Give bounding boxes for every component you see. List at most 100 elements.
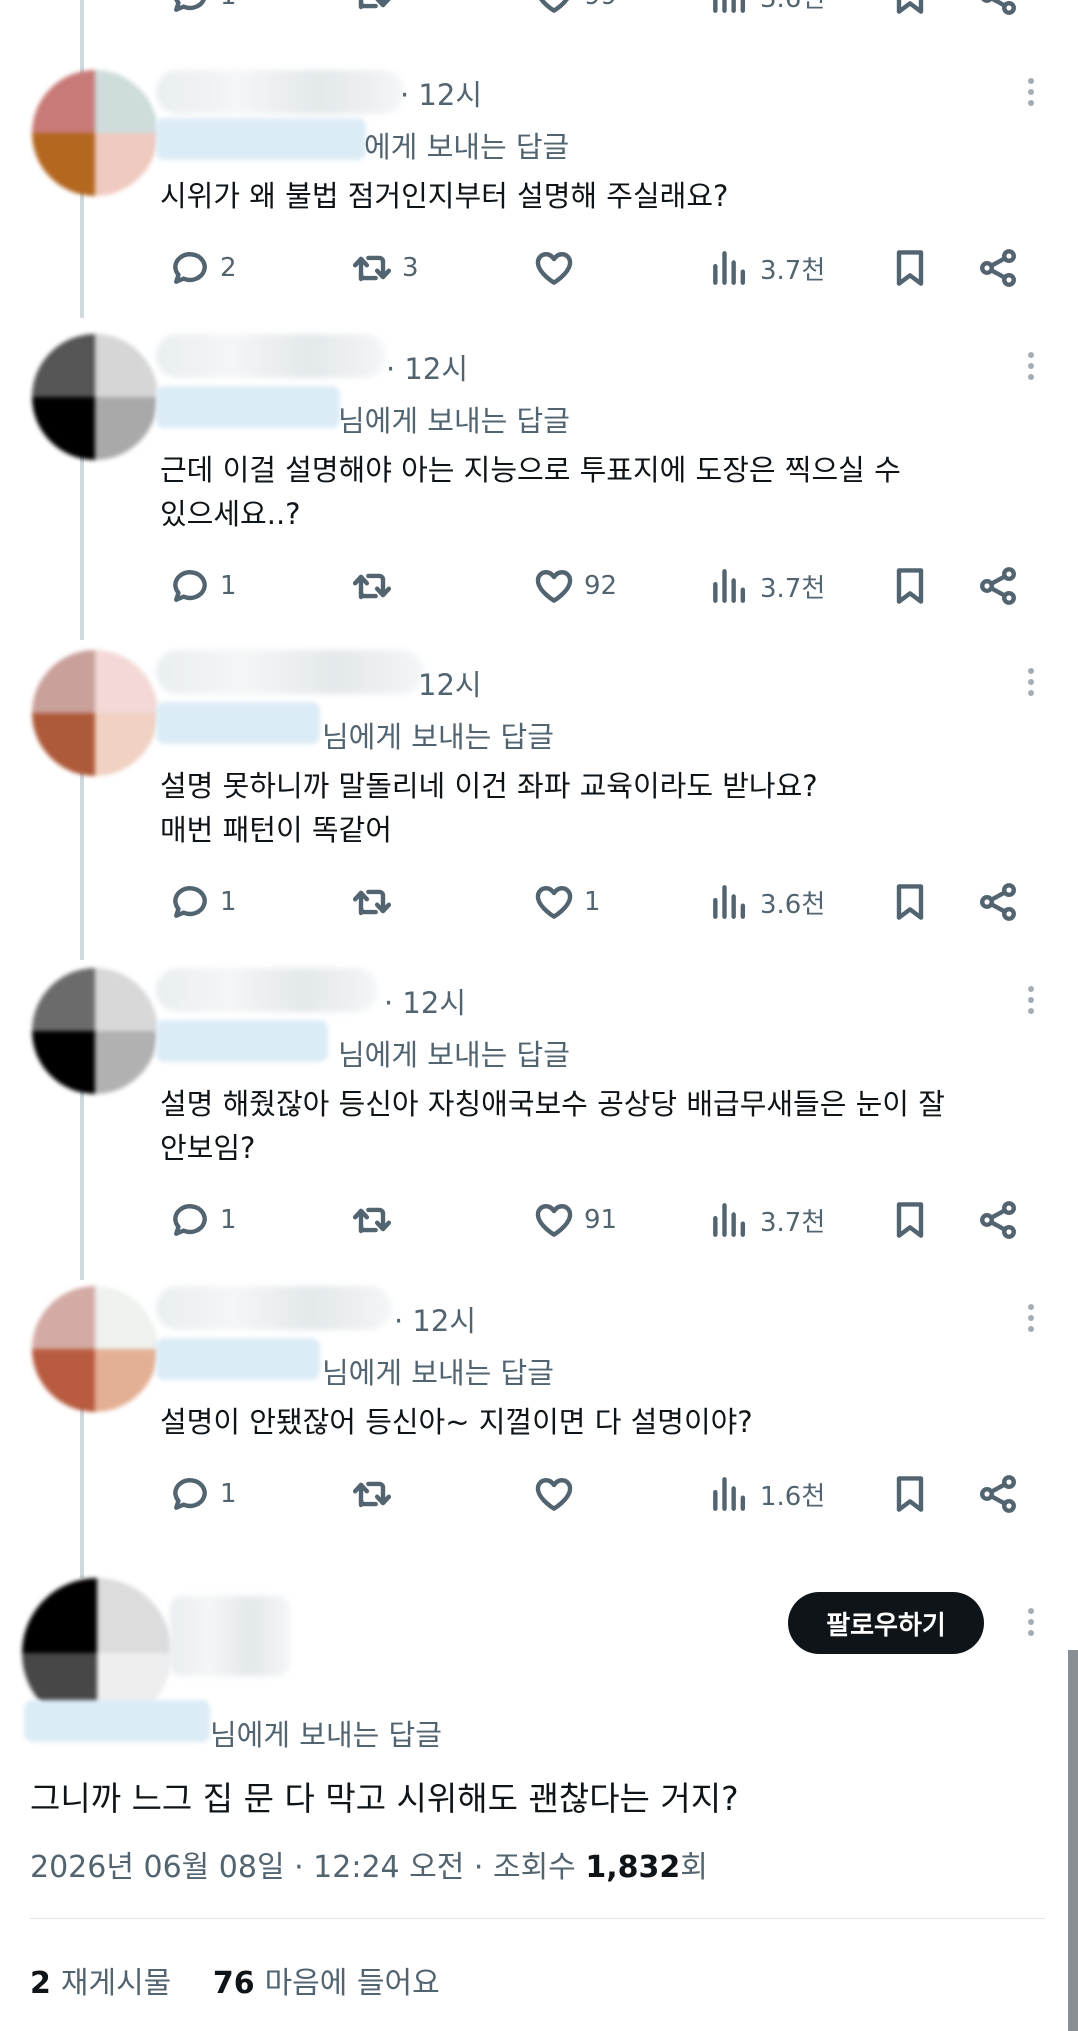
bookmark-button[interactable] <box>888 564 932 608</box>
bookmark-button[interactable] <box>888 1472 932 1516</box>
share-button[interactable] <box>976 246 1020 290</box>
bookmark-button[interactable] <box>888 246 932 290</box>
user-name[interactable] <box>156 1286 392 1330</box>
previous-reply-actions: 1 99 3.6천 <box>0 0 1078 18</box>
comment-icon <box>168 0 212 18</box>
like-button[interactable]: 99 <box>532 0 617 18</box>
user-name[interactable] <box>156 70 404 114</box>
reply-to-handle[interactable] <box>156 118 366 160</box>
scrollbar[interactable] <box>1068 1650 1078 2031</box>
share-button[interactable] <box>976 0 1020 18</box>
comment-button[interactable]: 2 <box>168 246 237 290</box>
repost-icon <box>350 564 394 608</box>
repost-button[interactable] <box>350 1472 402 1516</box>
views-icon <box>708 880 752 924</box>
comment-icon <box>168 880 212 924</box>
share-icon <box>976 0 1020 18</box>
avatar[interactable] <box>32 650 158 776</box>
timestamp[interactable]: · 12시 <box>384 980 466 1022</box>
more-icon[interactable] <box>1028 78 1036 106</box>
repost-button[interactable]: 3 <box>350 246 419 290</box>
bookmark-button[interactable] <box>888 1198 932 1242</box>
heart-icon <box>532 1198 576 1242</box>
comment-button[interactable]: 1 <box>168 564 237 608</box>
post-stats: 2 재게시물 76 마음에 들어요 <box>30 1958 440 2002</box>
main-reply-to-handle[interactable] <box>24 1700 210 1742</box>
avatar[interactable] <box>32 70 158 196</box>
repost-button[interactable] <box>350 880 402 924</box>
repost-button[interactable] <box>350 564 402 608</box>
view-count: 1,832 <box>585 1850 681 1885</box>
reply-text: 시위가 왜 불법 점거인지부터 설명해 주실래요? <box>160 179 729 213</box>
reply-to-label: 님에게 보내는 답글 <box>338 1038 570 1072</box>
repost-icon <box>350 1198 394 1242</box>
share-icon <box>976 564 1020 608</box>
follow-button[interactable]: 팔로우하기 <box>788 1592 984 1654</box>
repost-button[interactable] <box>350 1198 402 1242</box>
share-button[interactable] <box>976 564 1020 608</box>
more-icon[interactable] <box>1028 668 1036 696</box>
timestamp[interactable]: · 12시 <box>386 346 468 388</box>
avatar[interactable] <box>32 1286 158 1412</box>
like-button[interactable]: 92 <box>532 564 617 608</box>
comment-button[interactable]: 1 <box>168 880 237 924</box>
reply-to-handle[interactable] <box>156 1338 320 1380</box>
reply-to-label: 님에게 보내는 답글 <box>322 720 554 754</box>
more-icon[interactable] <box>1028 1304 1036 1332</box>
view-unit: 회 <box>680 1850 708 1885</box>
like-button[interactable] <box>532 246 584 290</box>
share-button[interactable] <box>976 1198 1020 1242</box>
bookmark-button[interactable] <box>888 0 932 18</box>
comment-button[interactable]: 1 <box>168 1198 237 1242</box>
post-meta: 2026년 06월 08일 · 12:24 오전 · 조회수 1,832회 <box>30 1842 708 1886</box>
reply-to-label: 님에게 보내는 답글 <box>338 404 570 438</box>
user-name[interactable] <box>156 650 424 694</box>
bookmark-icon <box>888 246 932 290</box>
timestamp[interactable]: 12시 <box>418 662 482 704</box>
share-icon <box>976 246 1020 290</box>
timestamp[interactable]: · 12시 <box>400 72 482 114</box>
heart-icon <box>532 1472 576 1516</box>
more-icon[interactable] <box>1028 1608 1036 1636</box>
thread-line <box>80 1090 84 1280</box>
heart-icon <box>532 880 576 924</box>
likes-stat[interactable]: 76 마음에 들어요 <box>213 1966 440 2001</box>
bookmark-button[interactable] <box>888 880 932 924</box>
comment-button[interactable]: 1 <box>168 0 237 18</box>
comment-button[interactable]: 1 <box>168 1472 237 1516</box>
reply-to-label: 님에게 보내는 답글 <box>322 1356 554 1390</box>
views-button[interactable]: 3.7천 <box>708 564 825 608</box>
like-button[interactable]: 91 <box>532 1198 617 1242</box>
share-button[interactable] <box>976 880 1020 924</box>
avatar[interactable] <box>32 334 158 460</box>
views-button[interactable]: 1.6천 <box>708 1472 825 1516</box>
reply-to-handle[interactable] <box>156 386 340 428</box>
views-icon <box>708 246 752 290</box>
user-name[interactable] <box>156 334 386 378</box>
views-button[interactable]: 3.6천 <box>708 880 825 924</box>
share-button[interactable] <box>976 1472 1020 1516</box>
views-button[interactable]: 3.7천 <box>708 246 825 290</box>
views-icon <box>708 0 752 18</box>
like-button[interactable]: 1 <box>532 880 601 924</box>
more-icon[interactable] <box>1028 986 1036 1014</box>
repost-icon <box>350 0 394 18</box>
action-bar: 1 1 3.6천 <box>0 880 1078 926</box>
repost-button[interactable] <box>350 0 394 18</box>
heart-icon <box>532 0 576 18</box>
reposts-stat[interactable]: 2 재게시물 <box>30 1966 171 2001</box>
more-icon[interactable] <box>1028 352 1036 380</box>
reply-to-handle[interactable] <box>156 702 320 744</box>
avatar[interactable] <box>32 968 158 1094</box>
user-name[interactable] <box>156 968 378 1012</box>
main-user-name[interactable] <box>170 1596 290 1676</box>
thread-line <box>80 770 84 960</box>
views-button[interactable]: 3.6천 <box>708 0 825 18</box>
post-date[interactable]: 2026년 06월 08일 · 12:24 오전 · 조회수 <box>30 1850 576 1885</box>
comment-icon <box>168 1472 212 1516</box>
reply-to-handle[interactable] <box>156 1020 328 1062</box>
heart-icon <box>532 246 576 290</box>
views-button[interactable]: 3.7천 <box>708 1198 825 1242</box>
timestamp[interactable]: · 12시 <box>394 1298 476 1340</box>
like-button[interactable] <box>532 1472 584 1516</box>
